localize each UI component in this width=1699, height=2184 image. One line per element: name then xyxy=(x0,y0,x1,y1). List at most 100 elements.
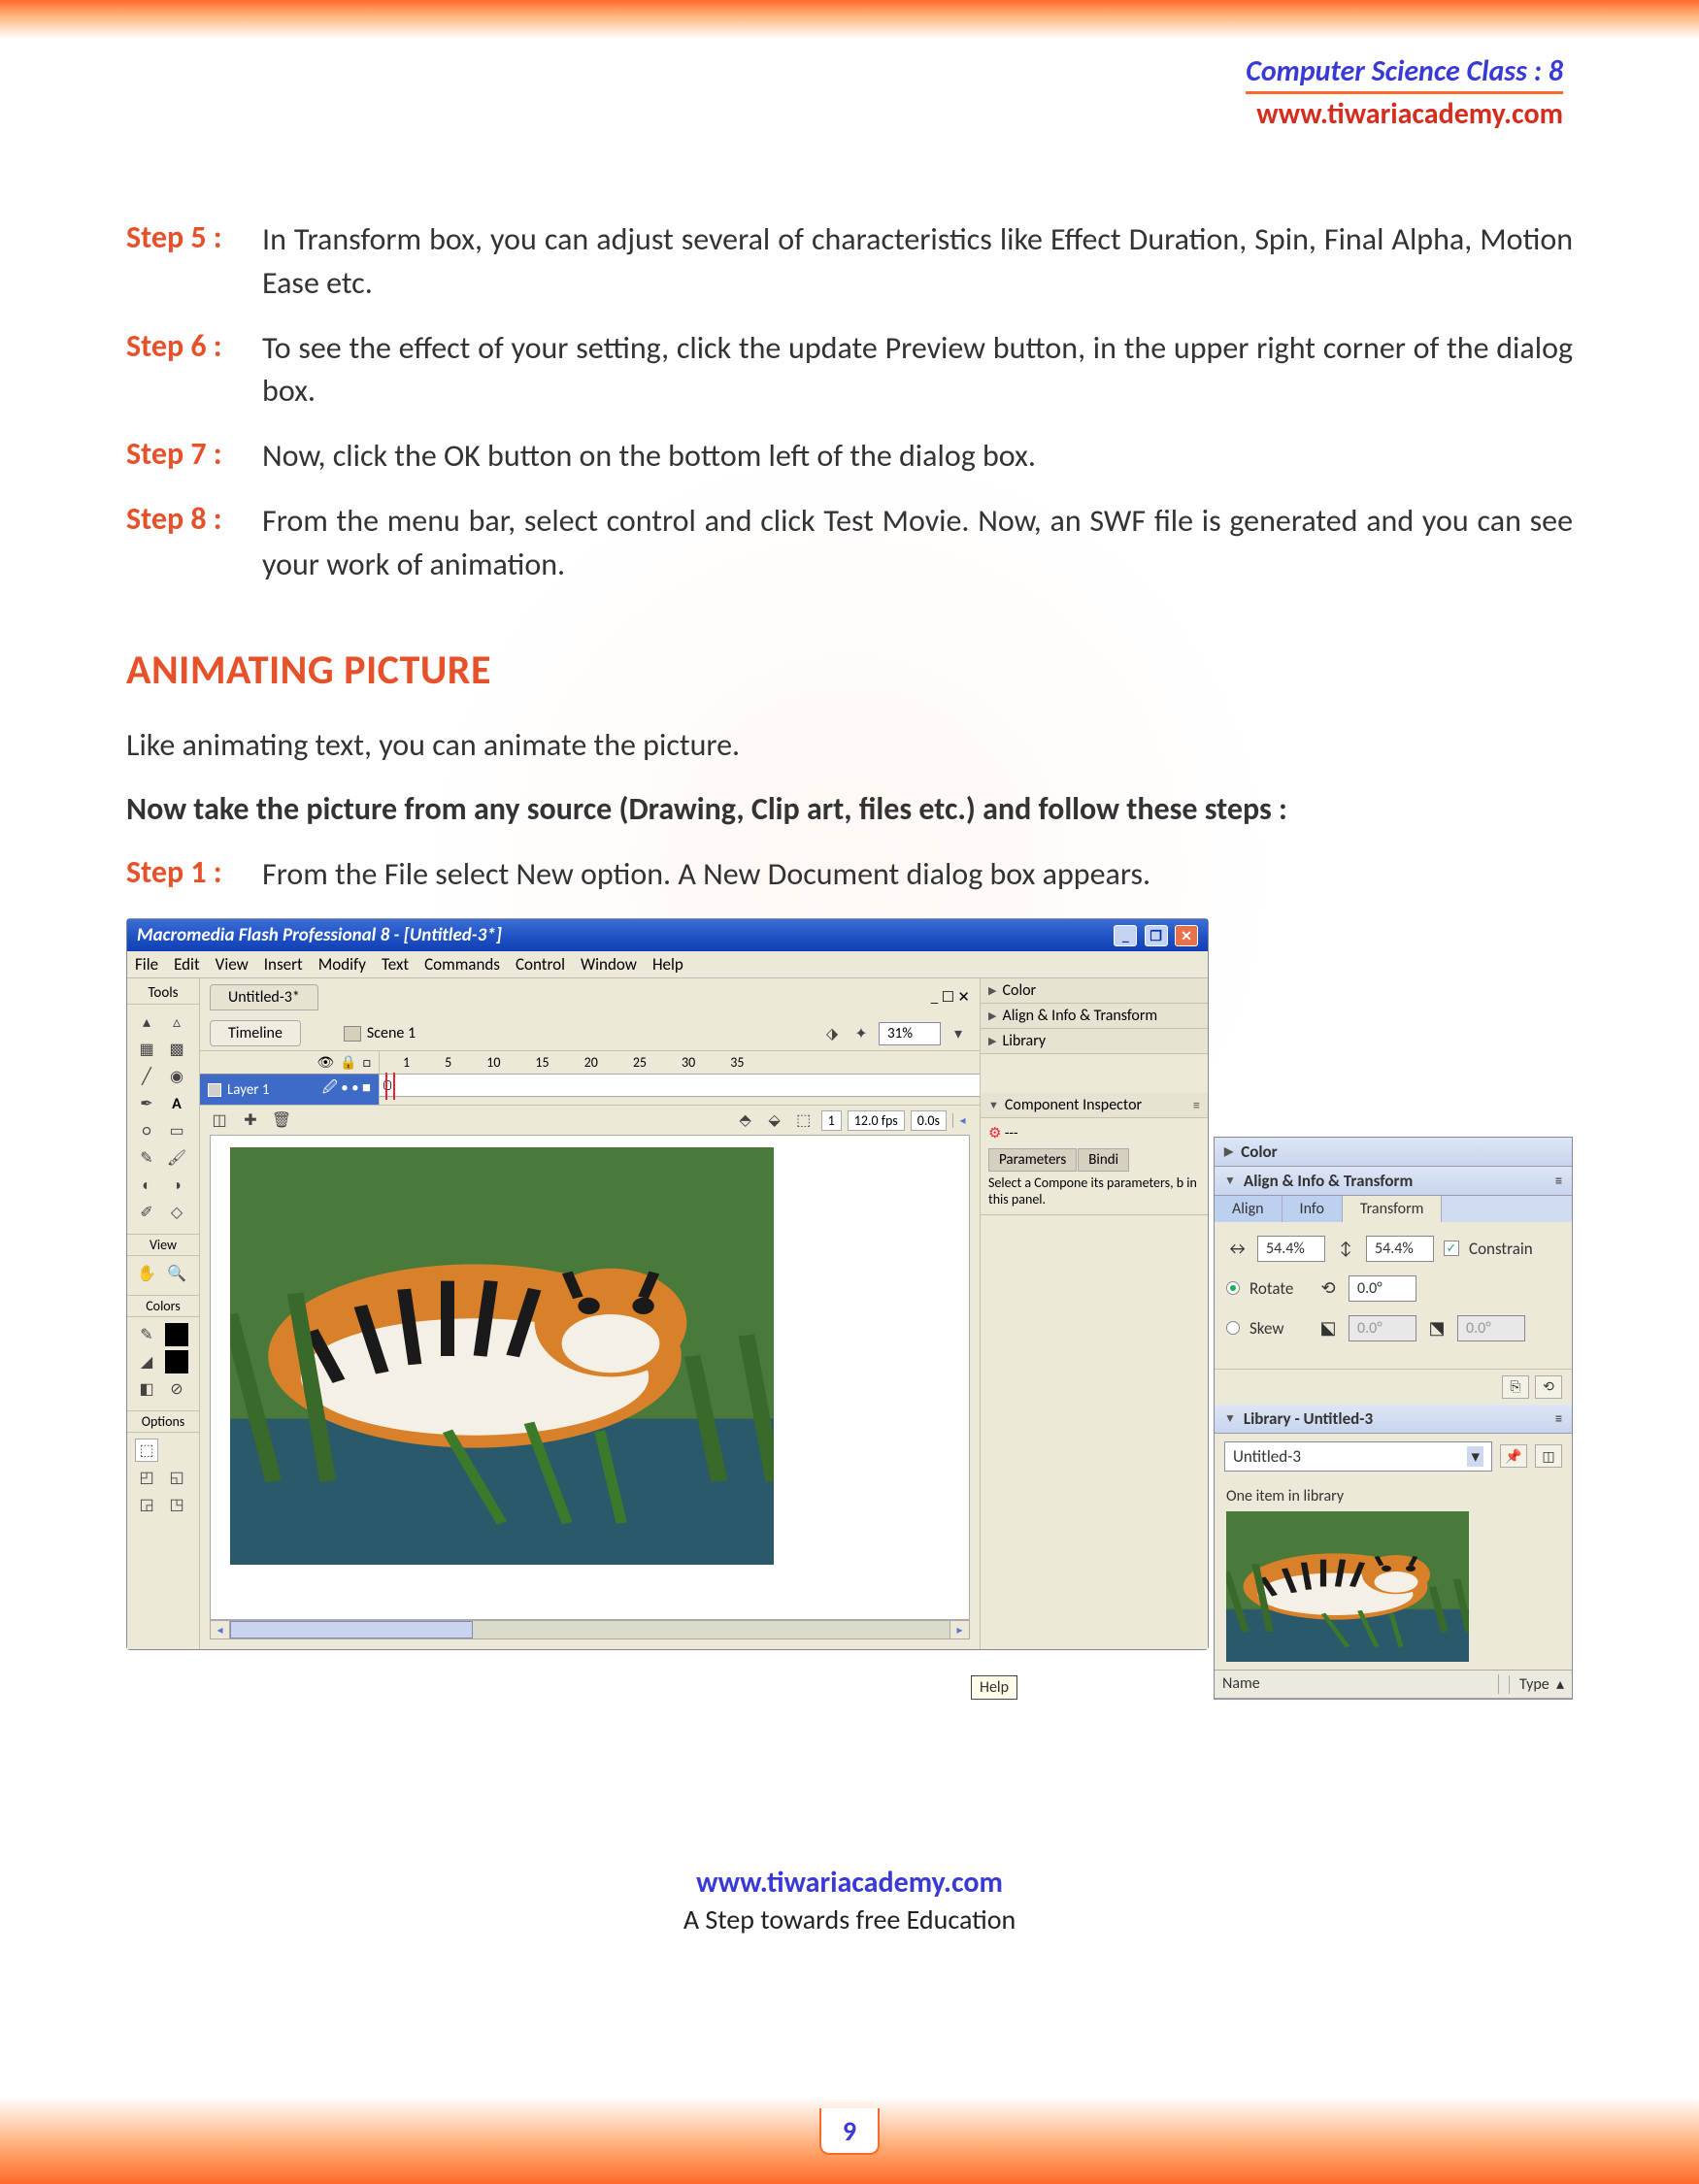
info-tab[interactable]: Info xyxy=(1283,1196,1343,1222)
zoom-input[interactable]: 31% xyxy=(879,1022,941,1045)
skew-radio[interactable] xyxy=(1226,1321,1240,1335)
menu-item[interactable]: Control xyxy=(516,954,565,975)
reset-transform-icon[interactable]: ⟲ xyxy=(1535,1375,1562,1399)
delete-layer-icon[interactable]: 🗑 xyxy=(270,1109,293,1132)
rectangle-tool-icon[interactable]: ▭ xyxy=(165,1119,188,1142)
panel-menu-icon[interactable]: ≡ xyxy=(1193,1097,1200,1113)
align-tab[interactable]: Align xyxy=(1215,1196,1283,1222)
menu-item[interactable]: Modify xyxy=(318,954,366,975)
scene-button[interactable]: Scene 1 xyxy=(330,1021,429,1045)
pin-library-icon[interactable]: 📌 xyxy=(1500,1444,1527,1468)
option-icon[interactable]: ◱ xyxy=(165,1466,188,1489)
edit-scene-icon[interactable]: ⬗ xyxy=(820,1022,844,1045)
scroll-right-icon[interactable]: ▸ xyxy=(949,1621,969,1638)
bw-icon[interactable]: ◧ xyxy=(135,1377,158,1401)
maximize-button[interactable]: ❐ xyxy=(1145,925,1168,946)
eraser-tool-icon[interactable]: ◇ xyxy=(165,1201,188,1224)
free-transform-icon[interactable]: ▦ xyxy=(135,1038,158,1061)
lock-icon[interactable]: 🔒 xyxy=(340,1054,356,1071)
onion-skin-icon[interactable]: ⬘ xyxy=(734,1109,757,1132)
oval-tool-icon[interactable]: ○ xyxy=(135,1119,158,1142)
panel-menu-icon[interactable]: ≡ xyxy=(1555,1173,1562,1189)
fill-swatch[interactable] xyxy=(165,1350,188,1373)
rotate-input[interactable]: 0.0° xyxy=(1349,1275,1416,1302)
gradient-tool-icon[interactable]: ▩ xyxy=(165,1038,188,1061)
onion-outline-icon[interactable]: ⬙ xyxy=(763,1109,786,1132)
stage-canvas[interactable] xyxy=(210,1135,970,1620)
snap-option-icon[interactable]: ⬚ xyxy=(135,1439,158,1462)
panel-menu-icon[interactable]: ≡ xyxy=(1555,1410,1562,1427)
menu-item[interactable]: Text xyxy=(382,954,409,975)
subselect-tool-icon[interactable]: ▵ xyxy=(165,1010,188,1034)
option-icon[interactable] xyxy=(165,1439,188,1462)
title-bar[interactable]: Macromedia Flash Professional 8 - [Untit… xyxy=(127,919,1208,952)
brush-tool-icon[interactable]: 🖌 xyxy=(165,1146,188,1170)
timeline-ruler[interactable]: 15101520253035 xyxy=(379,1051,980,1105)
zoom-tool-icon[interactable]: 🔍 xyxy=(165,1262,188,1285)
library-float-header[interactable]: Library - Untitled-3≡ xyxy=(1215,1405,1572,1434)
new-layer-icon[interactable]: ◫ xyxy=(208,1109,231,1132)
component-panel-header[interactable]: Component Inspector≡ xyxy=(981,1093,1208,1118)
new-folder-icon[interactable]: ✚ xyxy=(239,1109,262,1132)
edit-symbol-icon[interactable]: ✦ xyxy=(850,1022,873,1045)
scroll-thumb[interactable] xyxy=(230,1621,473,1638)
align-panel-header[interactable]: Align & Info & Transform xyxy=(981,1004,1208,1029)
menu-bar[interactable]: File Edit View Insert Modify Text Commands Cont… xyxy=(127,951,1208,978)
doc-close-icons[interactable]: _ ☐ ✕ xyxy=(931,988,970,1007)
menu-item[interactable]: Commands xyxy=(424,954,500,975)
zoom-dropdown-icon[interactable]: ▾ xyxy=(947,1022,970,1045)
color-float-header[interactable]: Color xyxy=(1215,1138,1572,1167)
stroke-swatch[interactable] xyxy=(165,1323,188,1346)
eye-icon[interactable]: 👁 xyxy=(316,1054,334,1071)
tiger-image[interactable] xyxy=(230,1147,774,1565)
option-icon[interactable]: ◰ xyxy=(135,1466,158,1489)
pencil-tool-icon[interactable]: ✎ xyxy=(135,1146,158,1170)
name-column[interactable]: Name xyxy=(1222,1674,1260,1694)
scale-width-input[interactable]: 54.4% xyxy=(1257,1236,1325,1262)
hand-tool-icon[interactable]: ✋ xyxy=(135,1262,158,1285)
transform-tab[interactable]: Transform xyxy=(1343,1196,1443,1222)
color-panel-header[interactable]: Color xyxy=(981,978,1208,1004)
fill-color-icon[interactable]: ◢ xyxy=(135,1350,158,1373)
stroke-color-icon[interactable]: ✎ xyxy=(135,1323,158,1346)
bindings-tab[interactable]: Bindi xyxy=(1078,1148,1129,1172)
menu-item[interactable]: Insert xyxy=(264,954,303,975)
copy-transform-icon[interactable]: ⎘ xyxy=(1502,1375,1529,1399)
parameters-tab[interactable]: Parameters xyxy=(988,1148,1077,1172)
pen-tool-icon[interactable]: ✒ xyxy=(135,1092,158,1115)
new-library-icon[interactable]: ◫ xyxy=(1535,1444,1562,1468)
option-icon[interactable]: ◳ xyxy=(165,1493,188,1516)
minimize-button[interactable]: _ xyxy=(1114,925,1137,946)
outline-icon[interactable]: □ xyxy=(363,1054,371,1071)
close-button[interactable]: ✕ xyxy=(1175,925,1198,946)
playhead-icon[interactable] xyxy=(385,1073,395,1100)
library-panel-header[interactable]: Library xyxy=(981,1029,1208,1054)
lasso-tool-icon[interactable]: ◉ xyxy=(165,1065,188,1088)
menu-item[interactable]: View xyxy=(216,954,249,975)
ink-bottle-icon[interactable]: ◐ xyxy=(135,1174,158,1197)
selection-tool-icon[interactable]: ▴ xyxy=(135,1010,158,1034)
line-tool-icon[interactable]: ╱ xyxy=(135,1065,158,1088)
type-column[interactable]: Type ▴ xyxy=(1498,1674,1564,1694)
noswap-icon[interactable]: ⊘ xyxy=(165,1377,188,1401)
scale-height-input[interactable]: 54.4% xyxy=(1366,1236,1434,1262)
align-float-header[interactable]: Align & Info & Transform≡ xyxy=(1215,1167,1572,1196)
menu-item[interactable]: File xyxy=(135,954,158,975)
scroll-left-icon[interactable]: ◂ xyxy=(211,1621,230,1638)
menu-item[interactable]: Edit xyxy=(174,954,200,975)
document-tab[interactable]: Untitled-3* xyxy=(210,984,318,1010)
library-select[interactable]: Untitled-3 xyxy=(1224,1441,1492,1472)
eyedropper-icon[interactable]: ✐ xyxy=(135,1201,158,1224)
timeline-button[interactable]: Timeline xyxy=(210,1020,301,1046)
paint-bucket-icon[interactable]: ◑ xyxy=(165,1174,188,1197)
edit-frames-icon[interactable]: ⬚ xyxy=(792,1109,816,1132)
horizontal-scrollbar[interactable]: ◂▸ xyxy=(210,1620,970,1639)
text-tool-icon[interactable]: A xyxy=(165,1092,188,1115)
layer-row[interactable]: Layer 1🖉 • • ■ xyxy=(200,1074,379,1105)
constrain-checkbox[interactable]: ✓ xyxy=(1444,1241,1459,1256)
scroll-left-icon[interactable]: ◂ xyxy=(952,1113,972,1128)
rotate-radio[interactable] xyxy=(1226,1281,1240,1295)
menu-item[interactable]: Window xyxy=(581,954,637,975)
menu-item[interactable]: Help xyxy=(652,954,683,975)
option-icon[interactable]: ◲ xyxy=(135,1493,158,1516)
